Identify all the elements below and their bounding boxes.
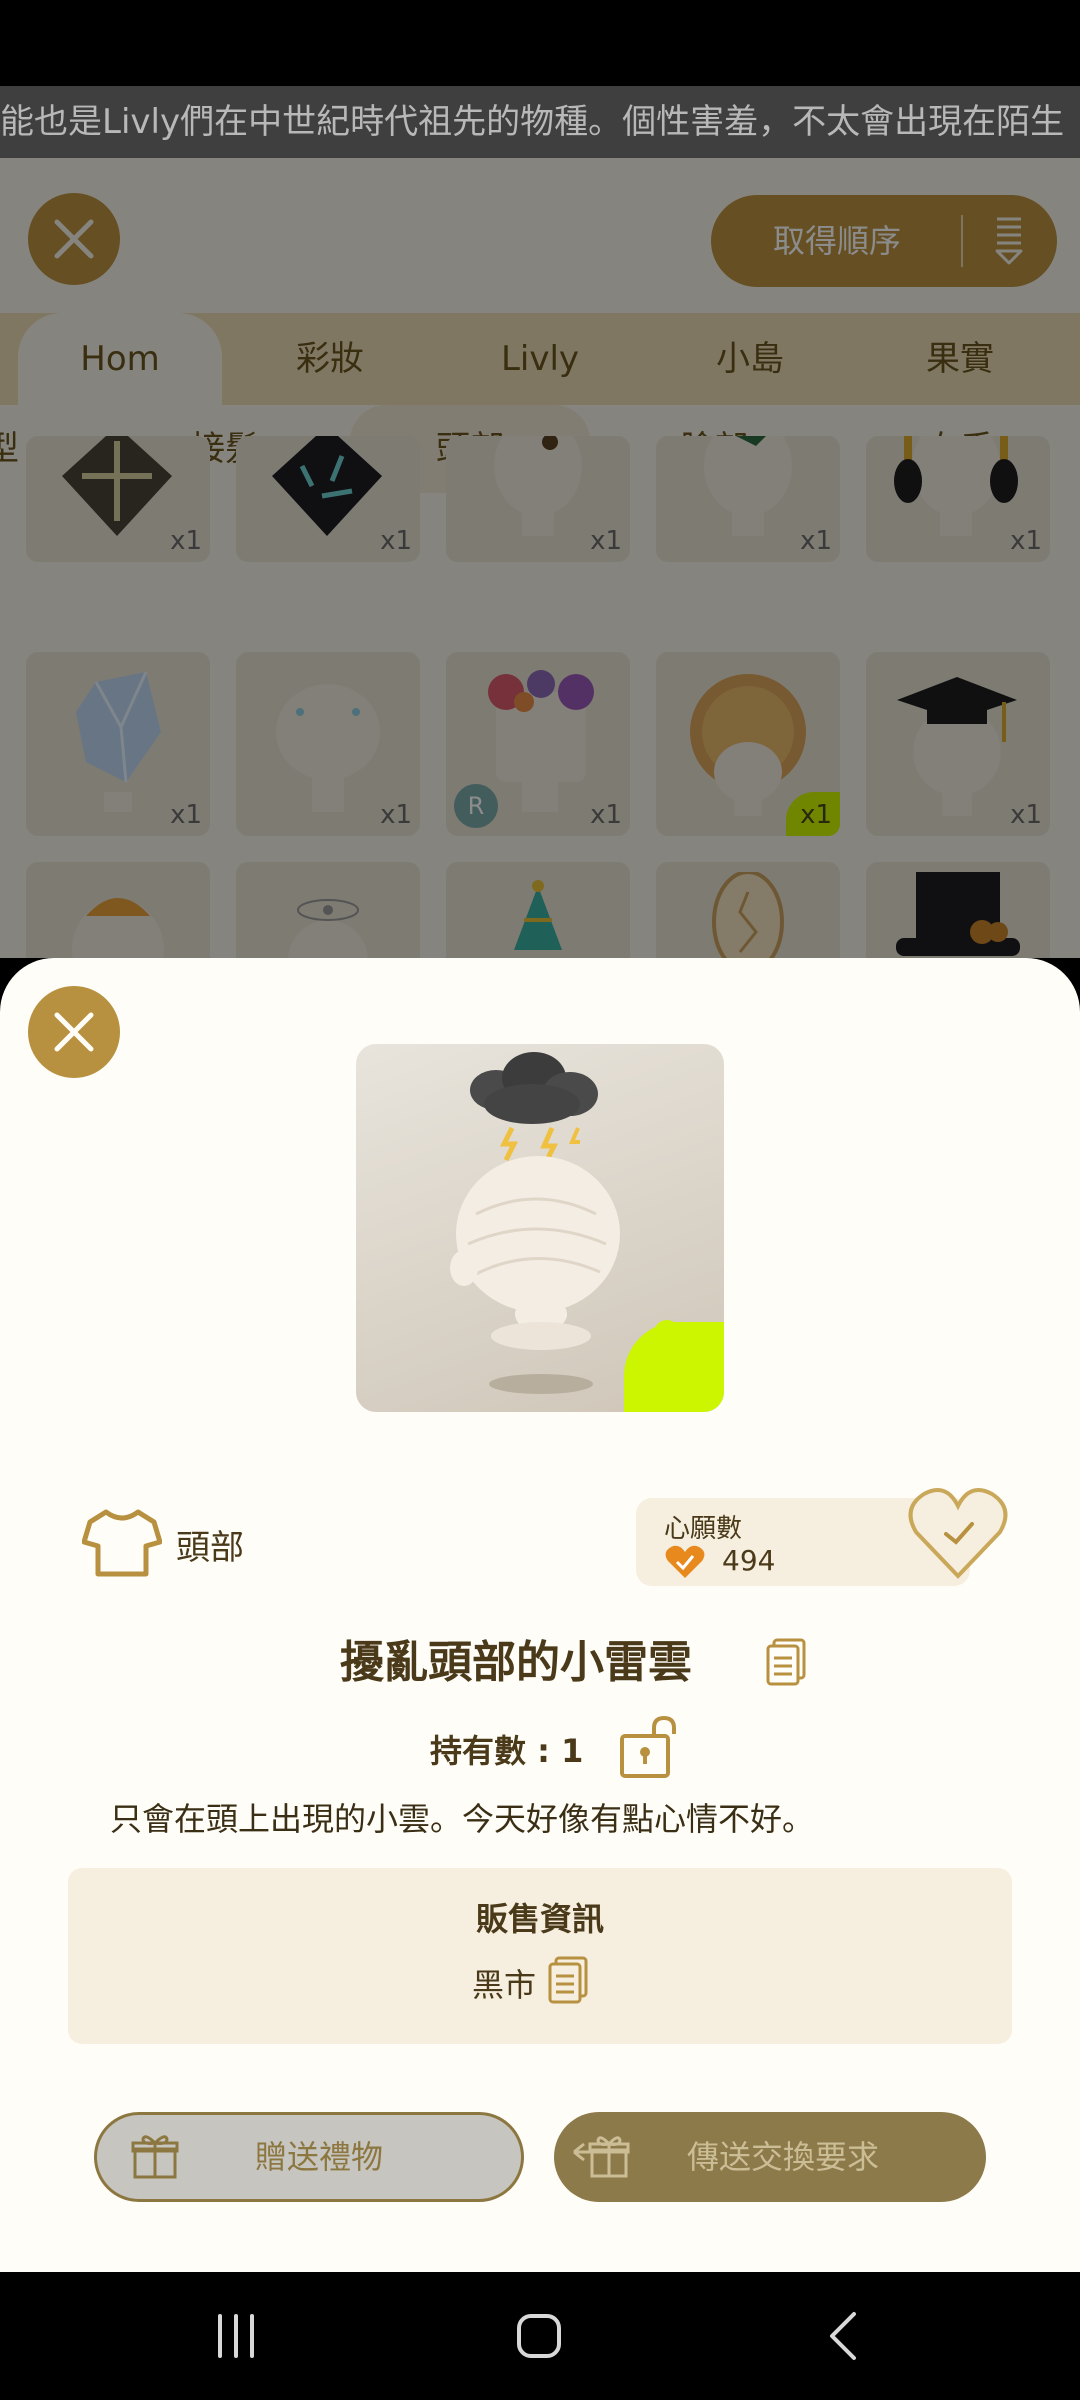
send-gift-label: 贈送禮物 xyxy=(254,2138,383,2176)
item-name: 擾亂頭部的小雷雲 xyxy=(0,1626,1080,1690)
trade-request-label: 傳送交換要求 xyxy=(686,2138,879,2176)
wish-heart-button[interactable] xyxy=(906,1486,1010,1582)
sale-source: 黑市 xyxy=(472,1966,537,2004)
wish-count: 494 xyxy=(722,1544,776,1577)
item-detail-sheet: 頭部 心願數 494 擾亂頭部的小雷雲 持有數 : 1 只會在頭上出現的小雲。今… xyxy=(0,958,1080,2272)
category-label: 頭部 xyxy=(176,1528,244,1568)
send-gift-button[interactable]: 贈送禮物 xyxy=(94,2112,524,2202)
unlock-icon[interactable] xyxy=(620,1716,684,1778)
copy-icon[interactable] xyxy=(766,1638,806,1686)
detail-close-button[interactable] xyxy=(28,986,120,1078)
dim-overlay[interactable] xyxy=(0,158,1080,958)
trade-request-button[interactable]: 傳送交換要求 xyxy=(554,2112,986,2202)
home-icon[interactable] xyxy=(514,2308,564,2364)
item-description: 只會在頭上出現的小雲。今天好像有點心情不好。 xyxy=(110,1800,815,1838)
status-bar xyxy=(0,0,1080,86)
owned-count: 持有數 : 1 xyxy=(430,1732,584,1770)
close-icon xyxy=(54,1012,94,1052)
item-name-text: 擾亂頭部的小雷雲 xyxy=(340,1637,692,1688)
wish-label: 心願數 xyxy=(664,1514,743,1544)
back-icon[interactable] xyxy=(824,2308,864,2364)
shirt-icon xyxy=(82,1509,162,1577)
item-preview-image xyxy=(356,1044,724,1412)
sale-info-panel: 販售資訊 黑市 xyxy=(68,1868,1012,2044)
recent-apps-icon[interactable] xyxy=(214,2308,258,2364)
system-nav-bar xyxy=(0,2272,1080,2400)
copy-icon[interactable] xyxy=(548,1956,588,2004)
new-badge-dot xyxy=(654,1320,680,1346)
description-ticker: 能也是Livly們在中世紀時代祖先的物種。個性害羞，不太會出現在陌生 xyxy=(0,86,1080,158)
heart-check-icon xyxy=(665,1545,705,1578)
sale-title: 販售資訊 xyxy=(475,1900,604,1938)
